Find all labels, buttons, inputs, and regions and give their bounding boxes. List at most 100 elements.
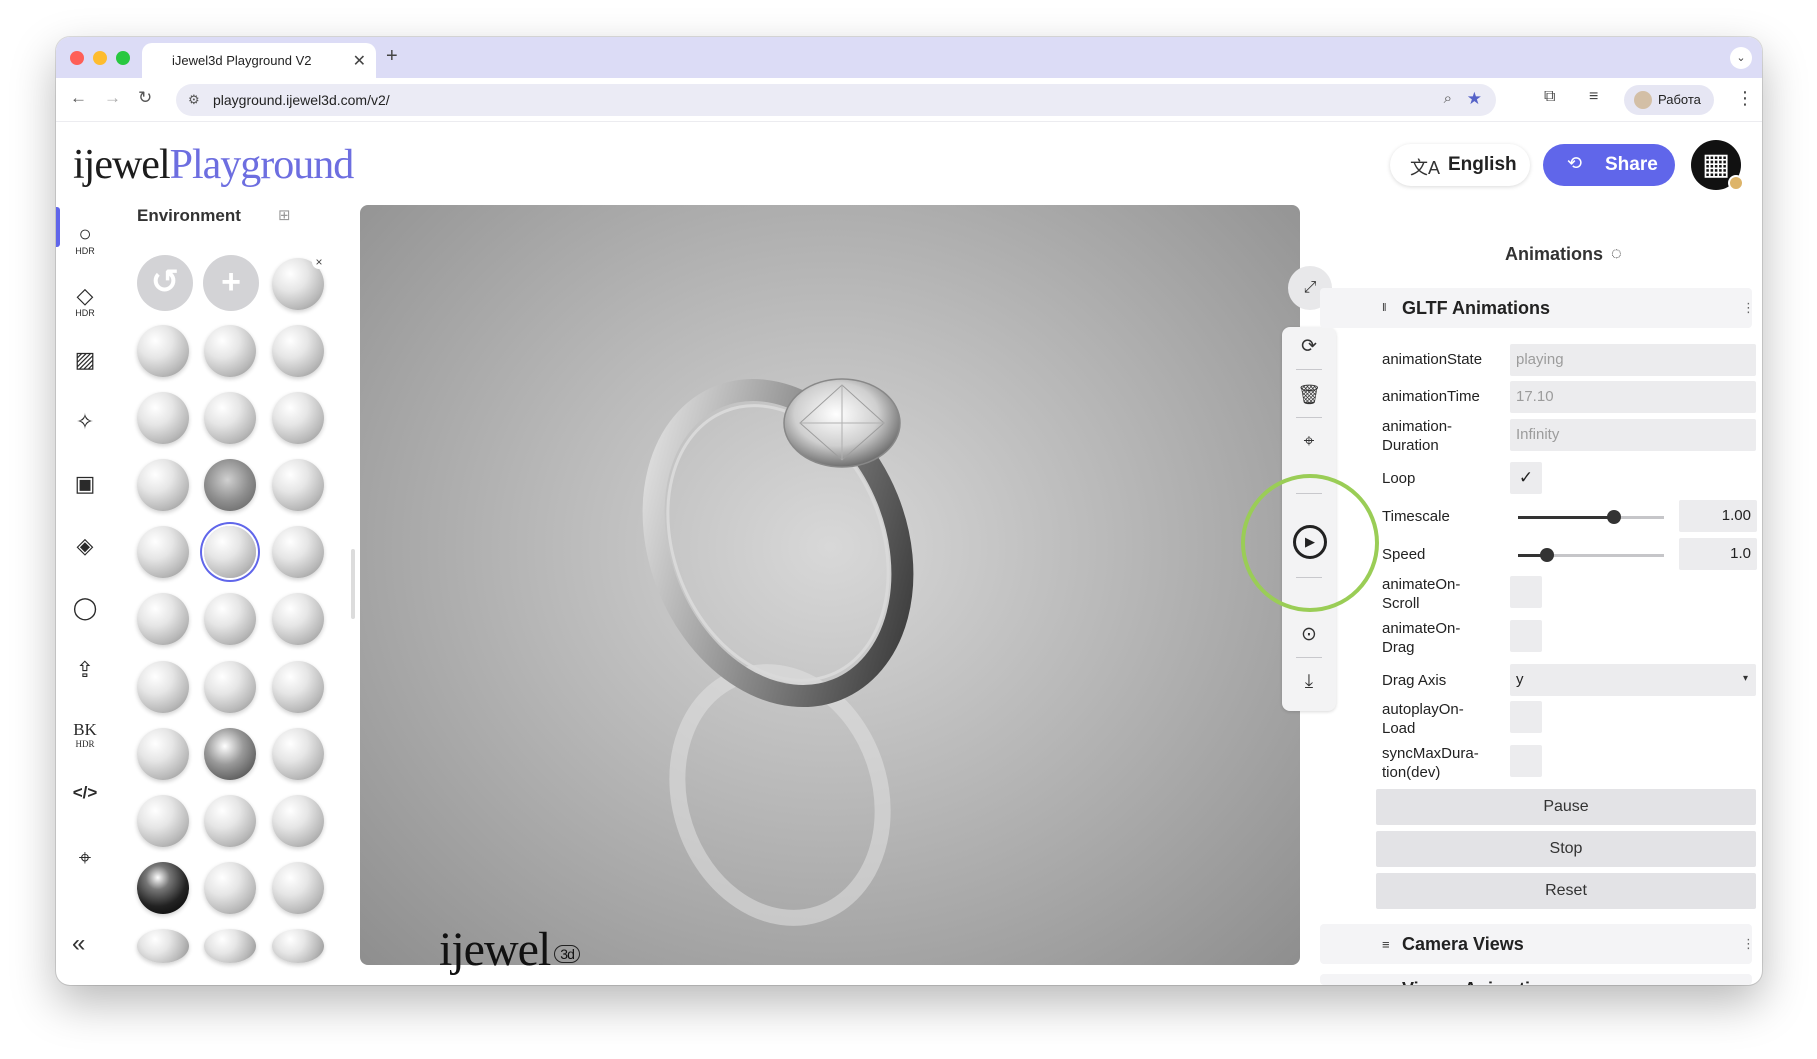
environment-sphere-selected[interactable] (204, 526, 256, 578)
environment-sphere[interactable] (137, 526, 189, 578)
zoom-icon[interactable]: ⌕ (1444, 90, 1452, 107)
timescale-value-field[interactable]: 1.00 (1679, 500, 1757, 532)
environment-sphere[interactable] (272, 459, 324, 511)
environment-sphere[interactable] (204, 728, 256, 780)
url-text[interactable]: playground.ijewel3d.com/v2/ (213, 92, 390, 108)
environment-sphere[interactable] (137, 392, 189, 444)
timescale-slider-fill (1518, 516, 1614, 519)
extensions-puzzle-icon[interactable]: ⧉ (1544, 88, 1555, 106)
stop-button[interactable]: Stop (1376, 831, 1756, 867)
environment-sphere[interactable] (204, 862, 256, 914)
add-environment-button[interactable]: + (203, 255, 259, 311)
environment-sphere[interactable] (272, 593, 324, 645)
close-window-button[interactable] (70, 51, 84, 65)
environment-sphere[interactable] (204, 661, 256, 713)
remove-environment-icon[interactable]: × (312, 255, 326, 269)
focus-target-icon[interactable]: ⌖ (1282, 431, 1336, 453)
animate-on-scroll-checkbox[interactable] (1510, 576, 1542, 608)
autoplay-on-load-checkbox[interactable] (1510, 701, 1542, 733)
browser-tab[interactable]: iJewel3d Playground V2 ✕ (142, 43, 376, 78)
environment-sphere[interactable] (204, 325, 256, 377)
gltf-animations-title: GLTF Animations (1402, 298, 1550, 318)
environment-sphere[interactable] (137, 325, 189, 377)
animation-duration-field[interactable]: Infinity (1510, 419, 1756, 451)
environment-sphere[interactable] (137, 862, 189, 914)
environment-info-icon[interactable]: ⊞ (278, 206, 291, 224)
environment-sphere[interactable] (272, 392, 324, 444)
environment-sphere[interactable] (137, 929, 189, 963)
drag-axis-select[interactable]: y ▾ (1510, 664, 1756, 696)
environment-sphere[interactable] (204, 929, 256, 963)
animations-search-icon[interactable]: ◌ (1611, 243, 1622, 264)
translate-icon: 文A (1410, 158, 1441, 178)
environment-sphere[interactable] (272, 661, 324, 713)
rail-bk-icon[interactable]: BK HDR (70, 720, 100, 749)
new-tab-button[interactable]: + (386, 45, 398, 68)
environment-sphere[interactable] (137, 459, 189, 511)
rail-ring-icon[interactable]: ◯ (70, 595, 100, 621)
speed-value-field[interactable]: 1.0 (1679, 538, 1757, 570)
rail-hatch-icon[interactable]: ▨ (70, 347, 100, 373)
environment-sphere[interactable] (272, 325, 324, 377)
environment-sphere[interactable] (204, 392, 256, 444)
environment-sphere[interactable] (137, 593, 189, 645)
rail-sparkle-icon[interactable]: ✧ (70, 409, 100, 435)
section-menu-icon[interactable]: ⋮ (1742, 936, 1755, 952)
back-arrow-icon[interactable]: ← (70, 88, 87, 108)
environment-scrollbar[interactable] (351, 549, 355, 619)
reading-list-icon[interactable]: ≡ (1589, 88, 1598, 106)
site-info-icon[interactable]: ⚙ (188, 92, 200, 108)
animation-state-field[interactable]: playing (1510, 344, 1756, 376)
animation-time-field[interactable]: 17.10 (1510, 381, 1756, 413)
environment-sphere[interactable] (137, 728, 189, 780)
environment-sphere[interactable] (272, 929, 324, 963)
maximize-window-button[interactable] (116, 51, 130, 65)
forward-arrow-icon[interactable]: → (104, 88, 121, 108)
address-bar[interactable]: ⚙ playground.ijewel3d.com/v2/ ⌕ ★ (176, 84, 1496, 116)
play-animation-icon[interactable]: ▶ (1293, 525, 1327, 559)
rail-tag-icon[interactable]: ⌖ (70, 845, 100, 871)
minimize-window-button[interactable] (93, 51, 107, 65)
loop-checkbox[interactable]: ✓ (1510, 462, 1542, 494)
environment-sphere[interactable] (272, 862, 324, 914)
share-button[interactable]: ⟲ Share (1543, 144, 1675, 186)
collapse-left-panel-icon[interactable]: « (72, 930, 85, 958)
environment-sphere[interactable] (272, 795, 324, 847)
speed-slider-thumb[interactable] (1540, 548, 1554, 562)
bookmark-star-icon[interactable]: ★ (1467, 89, 1482, 109)
environment-sphere[interactable] (204, 459, 256, 511)
drag-handle-icon[interactable]: ≡ (1382, 937, 1390, 952)
rail-ground-plane-icon[interactable]: ◈ (70, 533, 100, 559)
rotate-sync-icon[interactable]: ⟳ (1282, 335, 1336, 358)
reset-environment-button[interactable]: ↺ (137, 255, 193, 311)
download-icon[interactable]: ⤓ (1282, 671, 1336, 693)
environment-sphere[interactable] (204, 593, 256, 645)
reload-icon[interactable]: ↻ (138, 88, 152, 108)
animate-on-drag-checkbox[interactable] (1510, 620, 1542, 652)
reset-button[interactable]: Reset (1376, 873, 1756, 909)
profile-chip[interactable]: Работа (1624, 85, 1714, 115)
language-button[interactable]: 文A English (1390, 144, 1530, 186)
tab-search-button[interactable]: ⌄ (1730, 47, 1752, 69)
environment-sphere[interactable] (272, 526, 324, 578)
3d-viewport[interactable] (360, 205, 1300, 965)
rail-hdr-environment-icon[interactable]: ○ HDR (70, 221, 100, 256)
pause-button[interactable]: Pause (1376, 789, 1756, 825)
tab-close-icon[interactable]: ✕ (353, 51, 366, 71)
environment-sphere[interactable] (137, 795, 189, 847)
trash-icon[interactable]: 🗑 (1282, 383, 1336, 407)
environment-sphere[interactable] (137, 661, 189, 713)
rail-image-frame-icon[interactable]: ▣ (70, 471, 100, 497)
sync-max-duration-checkbox[interactable] (1510, 745, 1542, 777)
rail-upload-icon[interactable]: ⇪ (70, 657, 100, 683)
environment-sphere[interactable] (204, 795, 256, 847)
browser-menu-icon[interactable]: ⋮ (1736, 88, 1754, 109)
rail-hdr-background-icon[interactable]: ◇ HDR (70, 283, 100, 318)
timescale-slider-thumb[interactable] (1607, 510, 1621, 524)
camera-snapshot-icon[interactable]: ⊙ (1282, 623, 1336, 646)
environment-sphere[interactable] (272, 728, 324, 780)
rail-code-icon[interactable]: </> (70, 783, 100, 803)
app-logo[interactable]: ijewelPlayground (73, 141, 354, 189)
section-menu-icon[interactable]: ⋮ (1742, 300, 1755, 316)
drag-handle-icon[interactable]: ‖ (1382, 302, 1387, 314)
